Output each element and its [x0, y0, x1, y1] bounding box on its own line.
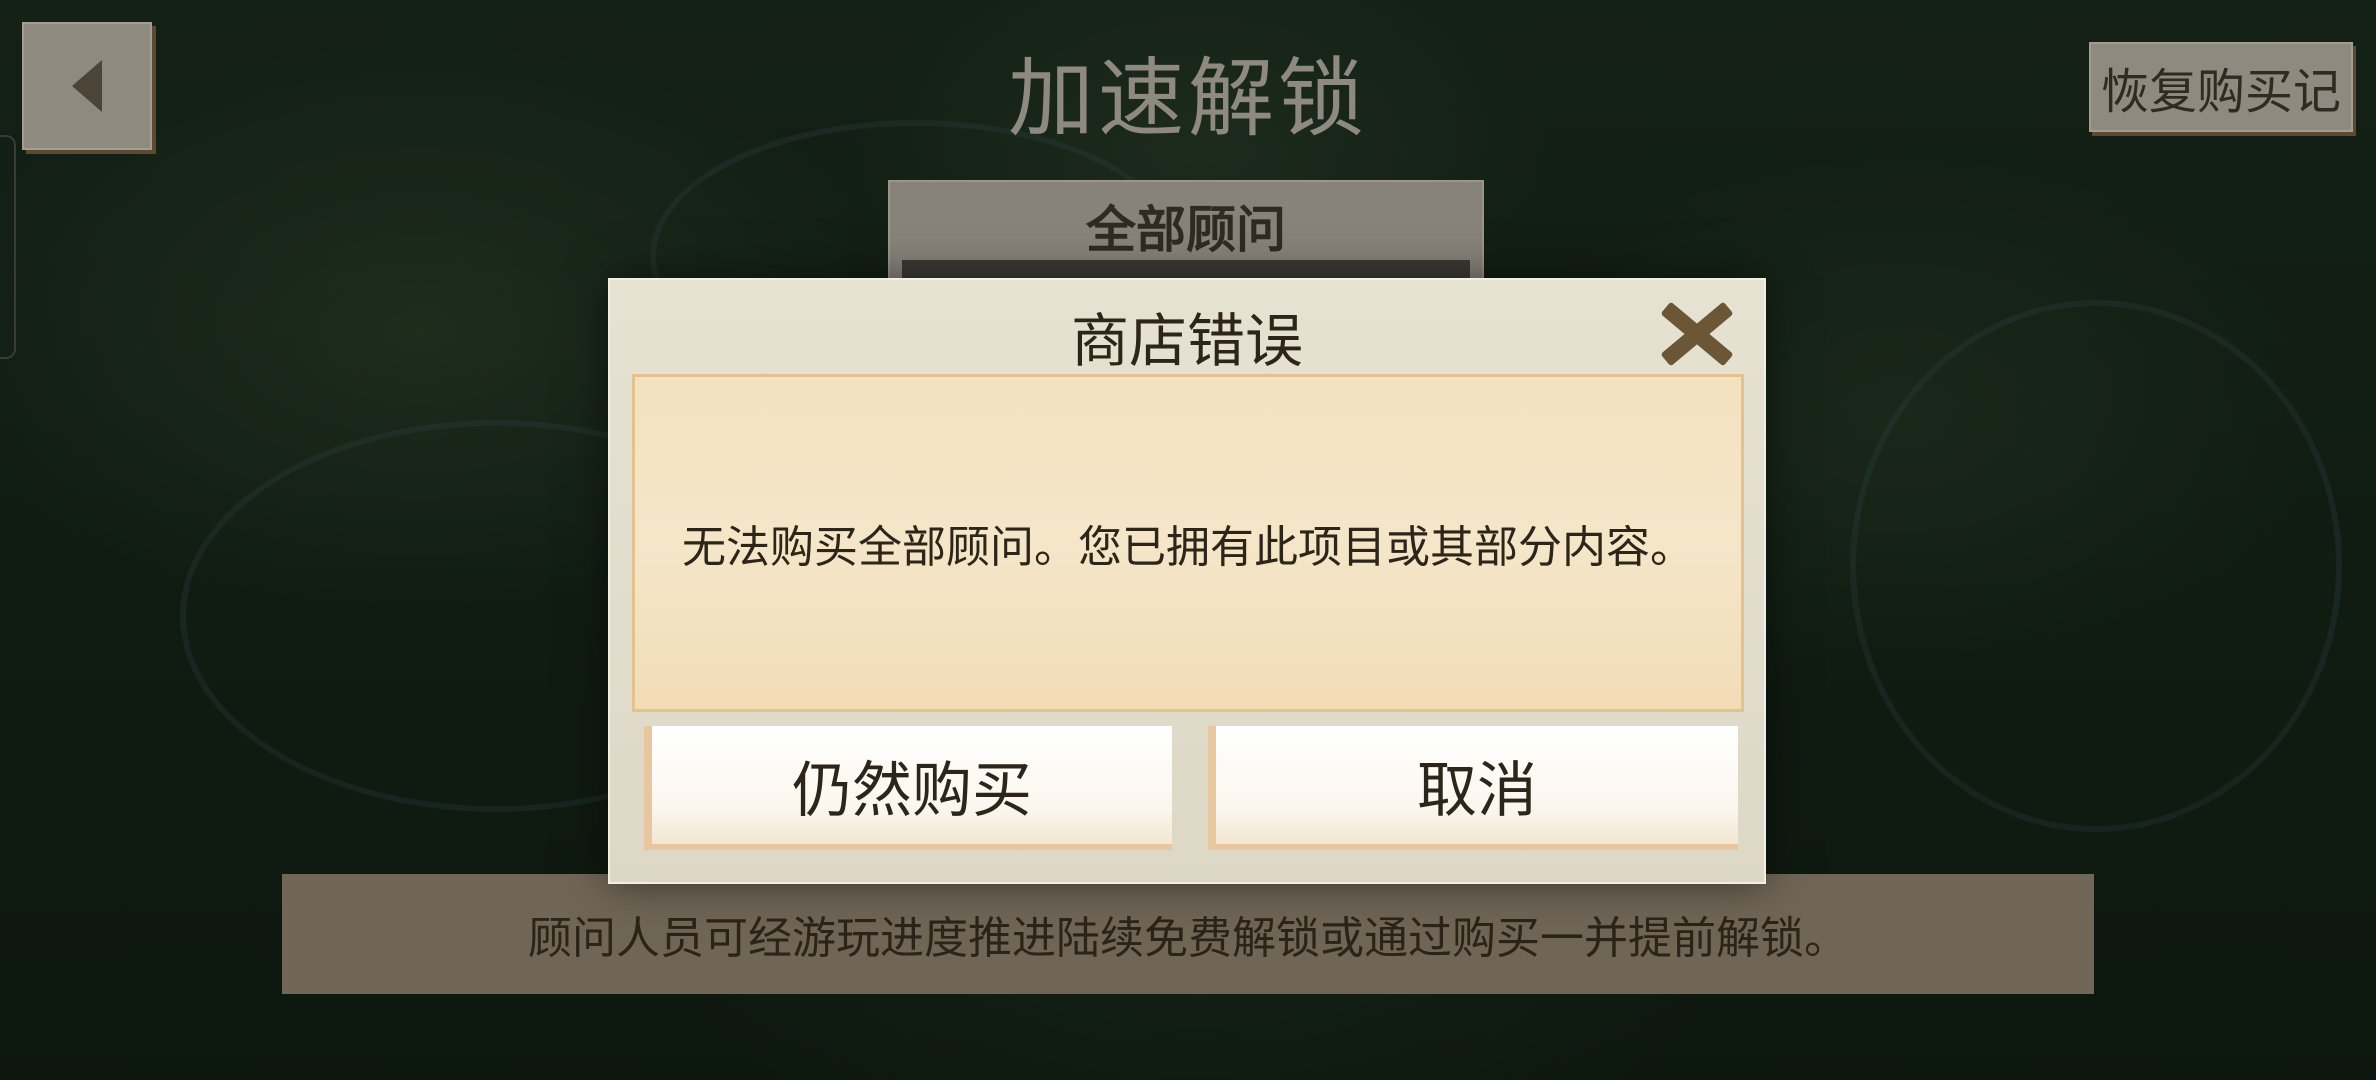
info-banner: 顾问人员可经游玩进度推进陆续免费解锁或通过购买一并提前解锁。 [282, 874, 2094, 994]
close-icon[interactable] [1650, 288, 1742, 378]
store-error-dialog: 商店错误 无法购买全部顾问。您已拥有此项目或其部分内容。 仍然购买 取消 [608, 278, 1766, 884]
restore-purchases-button[interactable]: 恢复购买记 [2089, 42, 2353, 132]
dialog-message: 无法购买全部顾问。您已拥有此项目或其部分内容。 [632, 374, 1744, 712]
dialog-title: 商店错误 [1070, 307, 1303, 375]
cancel-button[interactable]: 取消 [1208, 726, 1738, 850]
screen-title: 加速解锁 [1008, 49, 1368, 149]
pack-title: 全部顾问 [1086, 201, 1286, 259]
buy-anyway-button[interactable]: 仍然购买 [644, 726, 1172, 850]
side-handle [0, 135, 16, 359]
